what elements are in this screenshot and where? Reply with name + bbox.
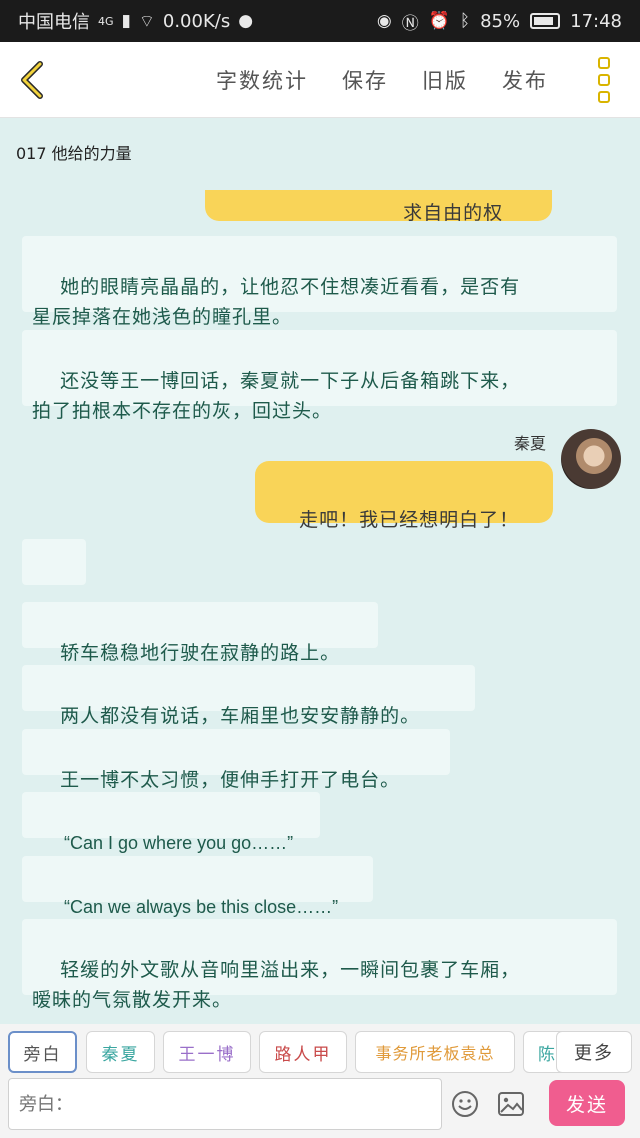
avatar[interactable] — [561, 429, 621, 489]
dialogue-bubble[interactable]: 求自由的权利。 — [205, 190, 552, 221]
message-text: 走吧！我已经想明白了！ — [299, 509, 520, 531]
role-selector: 旁白 秦夏 王一博 路人甲 事务所老板袁总 陈 更多 — [0, 1024, 640, 1078]
message-text: “Can we always be this close……” — [64, 897, 339, 917]
send-button[interactable]: 发送 — [549, 1080, 625, 1126]
menu-dot-icon — [598, 73, 610, 86]
message-text: 两人都没有说话，车厢里也安安静静的。 — [60, 705, 421, 727]
role-label: 旁白 — [23, 1044, 62, 1065]
bluetooth-icon: ᛒ — [459, 11, 471, 31]
editor-toolbar: 字数统计 保存 旧版 发布 — [0, 42, 640, 118]
message-text: 求自由的权利。 — [403, 202, 504, 221]
send-label: 发送 — [565, 1093, 608, 1116]
narration-bubble[interactable]: 轿车稳稳地行驶在寂静的路上。 — [22, 602, 378, 664]
more-label: 更多 — [574, 1043, 614, 1064]
image-button[interactable] — [495, 1088, 527, 1120]
menu-dot-icon — [598, 90, 610, 103]
narration-bubble[interactable]: “Can I go where you go……” — [22, 792, 320, 853]
signal-icon: 4G — [98, 14, 114, 28]
role-chip[interactable]: 旁白 — [8, 1031, 77, 1073]
message-text: 她的眼睛亮晶晶的，让他忍不住想凑近看看，是否有 星辰掉落在她浅色的瞳孔里。 — [32, 276, 521, 328]
battery-percent: 85% — [480, 10, 521, 32]
clock: 17:48 — [570, 10, 622, 32]
battery-icon — [530, 13, 561, 29]
narration-bubble[interactable]: 王一博不太习惯，便伸手打开了电台。 — [22, 729, 450, 791]
chapter-title: 017 他给的力量 — [16, 144, 132, 163]
alarm-icon: ⏰ — [428, 11, 450, 31]
menu-button[interactable] — [578, 42, 630, 118]
nfc-icon: Ⓝ — [401, 13, 419, 34]
message-text: 轿车稳稳地行驶在寂静的路上。 — [60, 642, 341, 664]
message-input[interactable] — [8, 1078, 442, 1130]
emoji-button[interactable] — [449, 1088, 481, 1120]
role-chip[interactable]: 路人甲 — [259, 1031, 347, 1073]
signal-bars-icon: ▮ — [121, 11, 131, 31]
publish-button[interactable]: 发布 — [502, 65, 548, 95]
narration-bubble[interactable]: 两人都没有说话，车厢里也安安静静的。 — [22, 665, 475, 727]
narration-bubble[interactable]: 她的眼睛亮晶晶的，让他忍不住想凑近看看，是否有 星辰掉落在她浅色的瞳孔里。 — [22, 236, 617, 328]
wifi-icon: ⌔ — [138, 11, 155, 32]
word-count-button[interactable]: 字数统计 — [216, 65, 308, 95]
role-chip[interactable]: 事务所老板袁总 — [355, 1031, 515, 1073]
back-button[interactable] — [0, 42, 64, 118]
narration-bubble[interactable]: …… — [22, 539, 86, 632]
speaker-name: 秦夏 — [514, 434, 547, 453]
menu-dot-icon — [598, 56, 610, 69]
save-button[interactable]: 保存 — [342, 65, 388, 95]
input-bar: 发送 — [0, 1078, 640, 1138]
role-label: 陈 — [538, 1044, 557, 1065]
narration-bubble[interactable]: “Can we always be this close……” — [22, 856, 373, 917]
chevron-left-icon — [21, 60, 43, 99]
carrier-label: 中国电信 — [18, 12, 90, 33]
old-version-button[interactable]: 旧版 — [422, 65, 468, 95]
role-label: 王一博 — [178, 1044, 236, 1065]
role-label: 秦夏 — [101, 1044, 140, 1065]
more-roles-button[interactable]: 更多 — [556, 1031, 632, 1073]
dialogue-bubble[interactable]: 走吧！我已经想明白了！ — [255, 461, 553, 531]
network-speed: 0.00K/s — [162, 10, 231, 32]
image-icon — [498, 1092, 524, 1116]
eye-icon: ◉ — [376, 11, 392, 31]
status-bar: 中国电信 4G ▮ ⌔ 0.00K/s ● ◉ Ⓝ ⏰ ᛒ 85% 17:48 — [0, 0, 640, 42]
message-text: 王一博不太习惯，便伸手打开了电台。 — [60, 769, 401, 791]
role-label: 路人甲 — [274, 1044, 332, 1065]
narration-bubble[interactable]: 还没等王一博回话，秦夏就一下子从后备箱跳下来， 拍了拍根本不存在的灰，回过头。 — [22, 330, 617, 422]
message-text: 轻缓的外文歌从音响里溢出来，一瞬间包裹了车厢， 暧昧的气氛散发开来。 — [32, 959, 521, 1011]
qq-icon: ● — [238, 11, 254, 31]
role-chip[interactable]: 秦夏 — [86, 1031, 155, 1073]
message-text: “Can I go where you go……” — [64, 833, 294, 853]
role-label: 事务所老板袁总 — [375, 1044, 495, 1063]
message-text: 还没等王一博回话，秦夏就一下子从后备箱跳下来， 拍了拍根本不存在的灰，回过头。 — [32, 370, 521, 422]
narration-bubble[interactable]: 轻缓的外文歌从音响里溢出来，一瞬间包裹了车厢， 暧昧的气氛散发开来。 — [22, 919, 617, 1011]
role-chip[interactable]: 王一博 — [163, 1031, 251, 1073]
emoji-icon — [452, 1091, 478, 1117]
